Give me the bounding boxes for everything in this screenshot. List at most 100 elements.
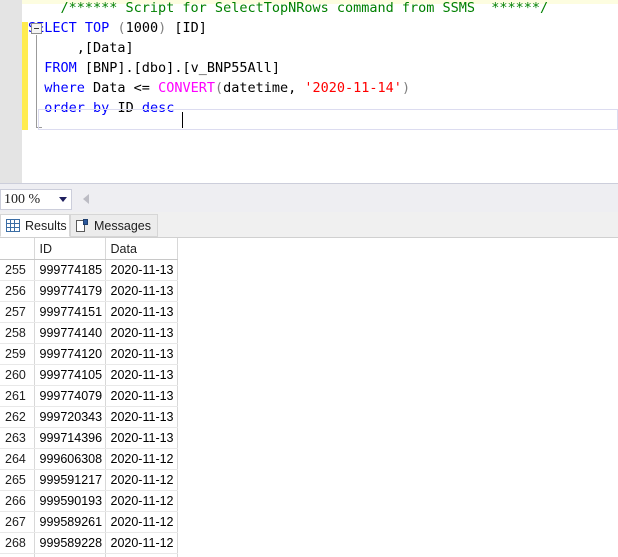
results-table-body: 2559997741852020-11-132569997741792020-1… bbox=[0, 260, 177, 557]
code-token bbox=[77, 20, 85, 36]
tab-messages[interactable]: Messages bbox=[70, 214, 158, 237]
cell-id[interactable]: 999774079 bbox=[34, 386, 105, 407]
code-token: , bbox=[288, 80, 304, 96]
table-header-row: ID Data bbox=[0, 238, 177, 260]
table-row[interactable]: 2669995901932020-11-12 bbox=[0, 491, 177, 512]
cell-id[interactable]: 999714396 bbox=[34, 428, 105, 449]
row-number-cell[interactable]: 261 bbox=[0, 386, 34, 407]
code-token: FROM bbox=[44, 60, 77, 76]
row-number-cell[interactable]: 262 bbox=[0, 407, 34, 428]
row-number-cell[interactable]: 255 bbox=[0, 260, 34, 281]
code-token: datetime bbox=[223, 80, 288, 96]
row-number-cell[interactable]: 267 bbox=[0, 512, 34, 533]
cell-id[interactable]: 999589228 bbox=[34, 533, 105, 554]
cell-data[interactable]: 2020-11-13 bbox=[105, 281, 177, 302]
code-token: CONVERT bbox=[158, 80, 215, 96]
cell-data[interactable]: 2020-11-12 bbox=[105, 554, 177, 557]
cell-data[interactable]: 2020-11-12 bbox=[105, 449, 177, 470]
row-number-cell[interactable]: 268 bbox=[0, 533, 34, 554]
tab-results[interactable]: Results bbox=[0, 214, 70, 237]
code-token: '2020-11-14' bbox=[304, 80, 402, 96]
sql-editor-pane[interactable]: /****** Script for SelectTopNRows comman… bbox=[0, 0, 618, 183]
table-row[interactable]: 2689995892282020-11-12 bbox=[0, 533, 177, 554]
row-number-cell[interactable]: 258 bbox=[0, 323, 34, 344]
scroll-left-button[interactable] bbox=[78, 189, 94, 209]
text-caret bbox=[182, 112, 183, 128]
cell-data[interactable]: 2020-11-12 bbox=[105, 512, 177, 533]
code-token: ( bbox=[215, 80, 223, 96]
zoom-level-combobox[interactable]: 100 % bbox=[0, 189, 72, 210]
row-number-cell[interactable]: 256 bbox=[0, 281, 34, 302]
row-number-cell[interactable]: 269 bbox=[0, 554, 34, 557]
cell-data[interactable]: 2020-11-13 bbox=[105, 365, 177, 386]
table-row[interactable]: 2659995912172020-11-12 bbox=[0, 470, 177, 491]
editor-indicator-margin[interactable] bbox=[0, 0, 22, 183]
row-number-cell[interactable]: 266 bbox=[0, 491, 34, 512]
code-line-where-line: where Data <= CONVERT(datetime, '2020-11… bbox=[28, 78, 410, 98]
cell-id[interactable]: 999774151 bbox=[34, 302, 105, 323]
table-row[interactable]: 2699995890592020-11-12 bbox=[0, 554, 177, 557]
cell-id[interactable]: 999591217 bbox=[34, 470, 105, 491]
cell-data[interactable]: 2020-11-13 bbox=[105, 260, 177, 281]
tab-messages-label: Messages bbox=[94, 219, 151, 233]
cell-id[interactable]: 999774179 bbox=[34, 281, 105, 302]
table-row[interactable]: 2629997203432020-11-13 bbox=[0, 407, 177, 428]
table-row[interactable]: 2609997741052020-11-13 bbox=[0, 365, 177, 386]
table-row[interactable]: 2589997741402020-11-13 bbox=[0, 323, 177, 344]
cell-id[interactable]: 999590193 bbox=[34, 491, 105, 512]
row-number-cell[interactable]: 257 bbox=[0, 302, 34, 323]
code-token: /****** Script for SelectTopNRows comman… bbox=[28, 0, 548, 16]
cell-data[interactable]: 2020-11-13 bbox=[105, 323, 177, 344]
table-row[interactable]: 2649996063082020-11-12 bbox=[0, 449, 177, 470]
row-number-cell[interactable]: 265 bbox=[0, 470, 34, 491]
cell-data[interactable]: 2020-11-13 bbox=[105, 428, 177, 449]
code-line-data-column-line: ,[Data] bbox=[28, 38, 134, 58]
code-token: [BNP].[dbo].[v_BNP55All] bbox=[77, 60, 280, 76]
cell-id[interactable]: 999720343 bbox=[34, 407, 105, 428]
cell-data[interactable]: 2020-11-12 bbox=[105, 491, 177, 512]
column-header-data[interactable]: Data bbox=[105, 238, 177, 260]
table-row[interactable]: 2579997741512020-11-13 bbox=[0, 302, 177, 323]
cell-id[interactable]: 999774120 bbox=[34, 344, 105, 365]
code-token: ( bbox=[117, 20, 125, 36]
cell-id[interactable]: 999589059 bbox=[34, 554, 105, 557]
table-row[interactable]: 2639997143962020-11-13 bbox=[0, 428, 177, 449]
outline-collapse-icon[interactable] bbox=[31, 23, 42, 34]
row-number-cell[interactable]: 263 bbox=[0, 428, 34, 449]
cell-data[interactable]: 2020-11-13 bbox=[105, 344, 177, 365]
code-line-comment-line: /****** Script for SelectTopNRows comman… bbox=[28, 0, 548, 18]
code-token: ) bbox=[402, 80, 410, 96]
code-line-select-line: SELECT TOP (1000) [ID] bbox=[28, 18, 207, 38]
cell-data[interactable]: 2020-11-13 bbox=[105, 386, 177, 407]
row-number-cell[interactable]: 259 bbox=[0, 344, 34, 365]
chevron-down-icon[interactable] bbox=[55, 190, 71, 209]
table-row[interactable]: 2559997741852020-11-13 bbox=[0, 260, 177, 281]
table-row[interactable]: 2599997741202020-11-13 bbox=[0, 344, 177, 365]
results-tabstrip: Results Messages bbox=[0, 212, 618, 237]
row-number-cell[interactable]: 264 bbox=[0, 449, 34, 470]
cell-id[interactable]: 999774105 bbox=[34, 365, 105, 386]
code-line-from-line: FROM [BNP].[dbo].[v_BNP55All] bbox=[28, 58, 280, 78]
cell-data[interactable]: 2020-11-12 bbox=[105, 533, 177, 554]
row-number-cell[interactable]: 260 bbox=[0, 365, 34, 386]
code-token: 1000 bbox=[126, 20, 159, 36]
cell-data[interactable]: 2020-11-12 bbox=[105, 470, 177, 491]
cell-id[interactable]: 999589261 bbox=[34, 512, 105, 533]
table-row[interactable]: 2569997741792020-11-13 bbox=[0, 281, 177, 302]
message-page-icon bbox=[76, 219, 89, 233]
sql-code-text[interactable]: /****** Script for SelectTopNRows comman… bbox=[28, 0, 618, 183]
results-grid[interactable]: ID Data 2559997741852020-11-132569997741… bbox=[0, 237, 618, 557]
column-header-id[interactable]: ID bbox=[34, 238, 105, 260]
cell-id[interactable]: 999774185 bbox=[34, 260, 105, 281]
column-header-rownum[interactable] bbox=[0, 238, 34, 260]
cell-id[interactable]: 999606308 bbox=[34, 449, 105, 470]
cell-data[interactable]: 2020-11-13 bbox=[105, 407, 177, 428]
outline-region-line bbox=[36, 35, 37, 128]
table-row[interactable]: 2679995892612020-11-12 bbox=[0, 512, 177, 533]
zoom-level-value: 100 % bbox=[1, 192, 55, 208]
cell-id[interactable]: 999774140 bbox=[34, 323, 105, 344]
table-row[interactable]: 2619997740792020-11-13 bbox=[0, 386, 177, 407]
cell-data[interactable]: 2020-11-13 bbox=[105, 302, 177, 323]
editor-status-bar: 100 % bbox=[0, 183, 618, 212]
tab-results-label: Results bbox=[25, 219, 67, 233]
